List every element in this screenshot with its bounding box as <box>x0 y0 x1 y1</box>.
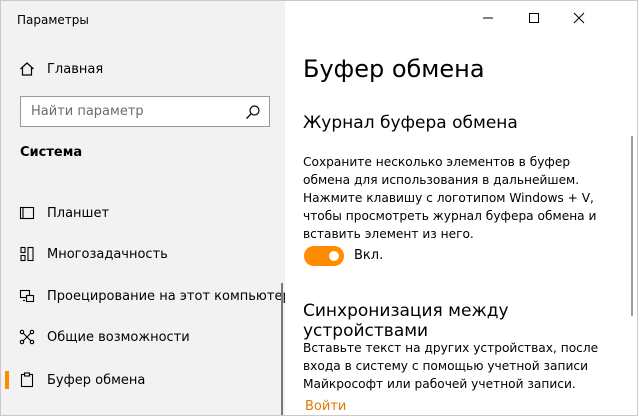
clipboard-history-description: Сохраните несколько элементов в буфер об… <box>303 155 597 241</box>
sidebar: Параметры Главная Система Планшет <box>1 1 291 415</box>
projecting-icon <box>19 289 35 303</box>
clipboard-history-heading: Журнал буфера обмена <box>303 113 518 133</box>
search-box[interactable] <box>20 96 270 127</box>
close-icon[interactable] <box>572 11 586 25</box>
sidebar-item-projecting[interactable]: Проецирование на этот компьютер <box>1 276 291 316</box>
main-scrollbar[interactable] <box>631 136 633 316</box>
search-icon[interactable] <box>245 104 261 120</box>
sidebar-scrollbar[interactable] <box>281 283 283 415</box>
main-content: Буфер обмена Журнал буфера обмена Сохран… <box>285 1 637 415</box>
window-title: Параметры <box>17 13 89 27</box>
clipboard-icon <box>20 372 34 388</box>
sync-description: Вставьте текст на других устройствах, по… <box>303 341 599 391</box>
toggle-knob <box>329 251 339 261</box>
clipboard-history-toggle[interactable] <box>304 246 344 266</box>
sidebar-item-label: Общие возможности <box>47 329 190 345</box>
sign-in-link[interactable]: Войти <box>305 399 346 414</box>
toggle-state-label: Вкл. <box>354 248 384 263</box>
search-input[interactable] <box>31 97 236 126</box>
page-title: Буфер обмена <box>303 55 485 83</box>
home-icon <box>20 62 34 76</box>
sidebar-item-label: Планшет <box>47 205 110 221</box>
minimize-icon[interactable] <box>481 11 495 25</box>
section-title-system: Система <box>20 145 83 160</box>
sidebar-item-shared-experiences[interactable]: Общие возможности <box>1 317 285 357</box>
settings-window: Параметры Главная Система Планшет <box>0 0 638 416</box>
maximize-icon[interactable] <box>527 11 541 25</box>
selection-indicator <box>5 371 9 389</box>
sidebar-item-tablet[interactable]: Планшет <box>1 193 285 233</box>
sidebar-item-label: Буфер обмена <box>47 372 146 388</box>
sidebar-item-label: Проецирование на этот компьютер <box>47 288 291 304</box>
sync-heading: Синхронизация между устройствами <box>303 301 509 341</box>
sidebar-item-multitasking[interactable]: Многозадачность <box>1 234 285 274</box>
shared-experiences-icon <box>19 329 35 345</box>
sidebar-item-label: Многозадачность <box>47 246 168 262</box>
home-label: Главная <box>47 61 104 77</box>
sidebar-item-clipboard[interactable]: Буфер обмена <box>1 360 285 400</box>
multitasking-icon <box>20 246 34 262</box>
tablet-icon <box>19 206 35 220</box>
sidebar-item-home[interactable]: Главная <box>19 61 103 77</box>
